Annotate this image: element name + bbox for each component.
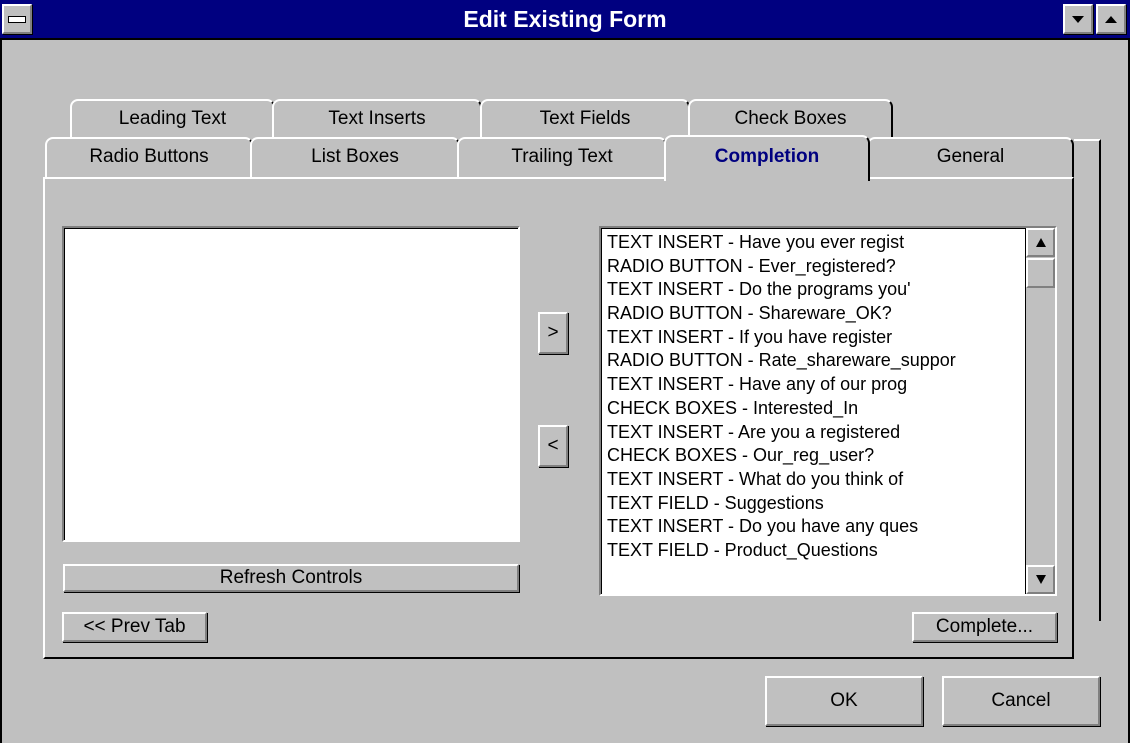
tab-text-inserts[interactable]: Text Inserts: [272, 99, 482, 139]
list-item[interactable]: TEXT FIELD - Product_Questions: [607, 539, 1025, 563]
maximize-arrow-icon: [1105, 15, 1117, 23]
scroll-up-button[interactable]: [1026, 228, 1055, 257]
list-item[interactable]: TEXT INSERT - Have any of our prog: [607, 373, 1025, 397]
title-bar: Edit Existing Form: [0, 0, 1130, 40]
list-item[interactable]: TEXT FIELD - Suggestions: [607, 492, 1025, 516]
scroll-up-arrow-icon: [1035, 238, 1046, 247]
available-items: TEXT INSERT - Have you ever regist RADIO…: [607, 231, 1025, 563]
ok-button[interactable]: OK: [765, 676, 923, 726]
list-item[interactable]: TEXT INSERT - Do the programs you': [607, 278, 1025, 302]
tab-radio-buttons[interactable]: Radio Buttons: [45, 137, 253, 177]
refresh-controls-button[interactable]: Refresh Controls: [63, 564, 519, 592]
list-item[interactable]: TEXT INSERT - What do you think of: [607, 468, 1025, 492]
minimize-arrow-icon: [1072, 15, 1084, 23]
list-item[interactable]: RADIO BUTTON - Rate_shareware_suppor: [607, 349, 1025, 373]
tab-text-fields[interactable]: Text Fields: [480, 99, 690, 139]
move-right-button[interactable]: >: [538, 312, 568, 354]
vertical-scrollbar[interactable]: [1025, 228, 1055, 594]
window-title: Edit Existing Form: [463, 6, 667, 32]
move-left-button[interactable]: <: [538, 425, 568, 467]
list-item[interactable]: RADIO BUTTON - Shareware_OK?: [607, 302, 1025, 326]
maximize-button[interactable]: [1096, 4, 1126, 34]
tab-list-boxes[interactable]: List Boxes: [250, 137, 460, 177]
window-border-left: [0, 40, 2, 743]
tab-completion[interactable]: Completion: [664, 135, 870, 181]
tab-leading-text[interactable]: Leading Text: [70, 99, 275, 139]
cancel-button[interactable]: Cancel: [942, 676, 1100, 726]
scroll-thumb[interactable]: [1026, 258, 1055, 288]
scroll-down-arrow-icon: [1035, 575, 1046, 584]
list-item[interactable]: TEXT INSERT - If you have register: [607, 326, 1025, 350]
prev-tab-button[interactable]: << Prev Tab: [62, 612, 207, 642]
selected-controls-list[interactable]: [62, 226, 520, 542]
list-item[interactable]: TEXT INSERT - Are you a registered: [607, 421, 1025, 445]
list-item[interactable]: TEXT INSERT - Have you ever regist: [607, 231, 1025, 255]
tab-panel-shadow: [1074, 139, 1101, 621]
complete-button[interactable]: Complete...: [912, 612, 1057, 642]
list-item[interactable]: CHECK BOXES - Interested_In: [607, 397, 1025, 421]
scroll-down-button[interactable]: [1026, 565, 1055, 594]
tab-trailing-text[interactable]: Trailing Text: [457, 137, 667, 177]
list-item[interactable]: RADIO BUTTON - Ever_registered?: [607, 255, 1025, 279]
available-controls-list[interactable]: TEXT INSERT - Have you ever regist RADIO…: [599, 226, 1057, 596]
tab-general[interactable]: General: [867, 137, 1074, 177]
tab-check-boxes[interactable]: Check Boxes: [688, 99, 893, 139]
list-item[interactable]: TEXT INSERT - Do you have any ques: [607, 515, 1025, 539]
list-item[interactable]: CHECK BOXES - Our_reg_user?: [607, 444, 1025, 468]
minimize-button[interactable]: [1063, 4, 1093, 34]
